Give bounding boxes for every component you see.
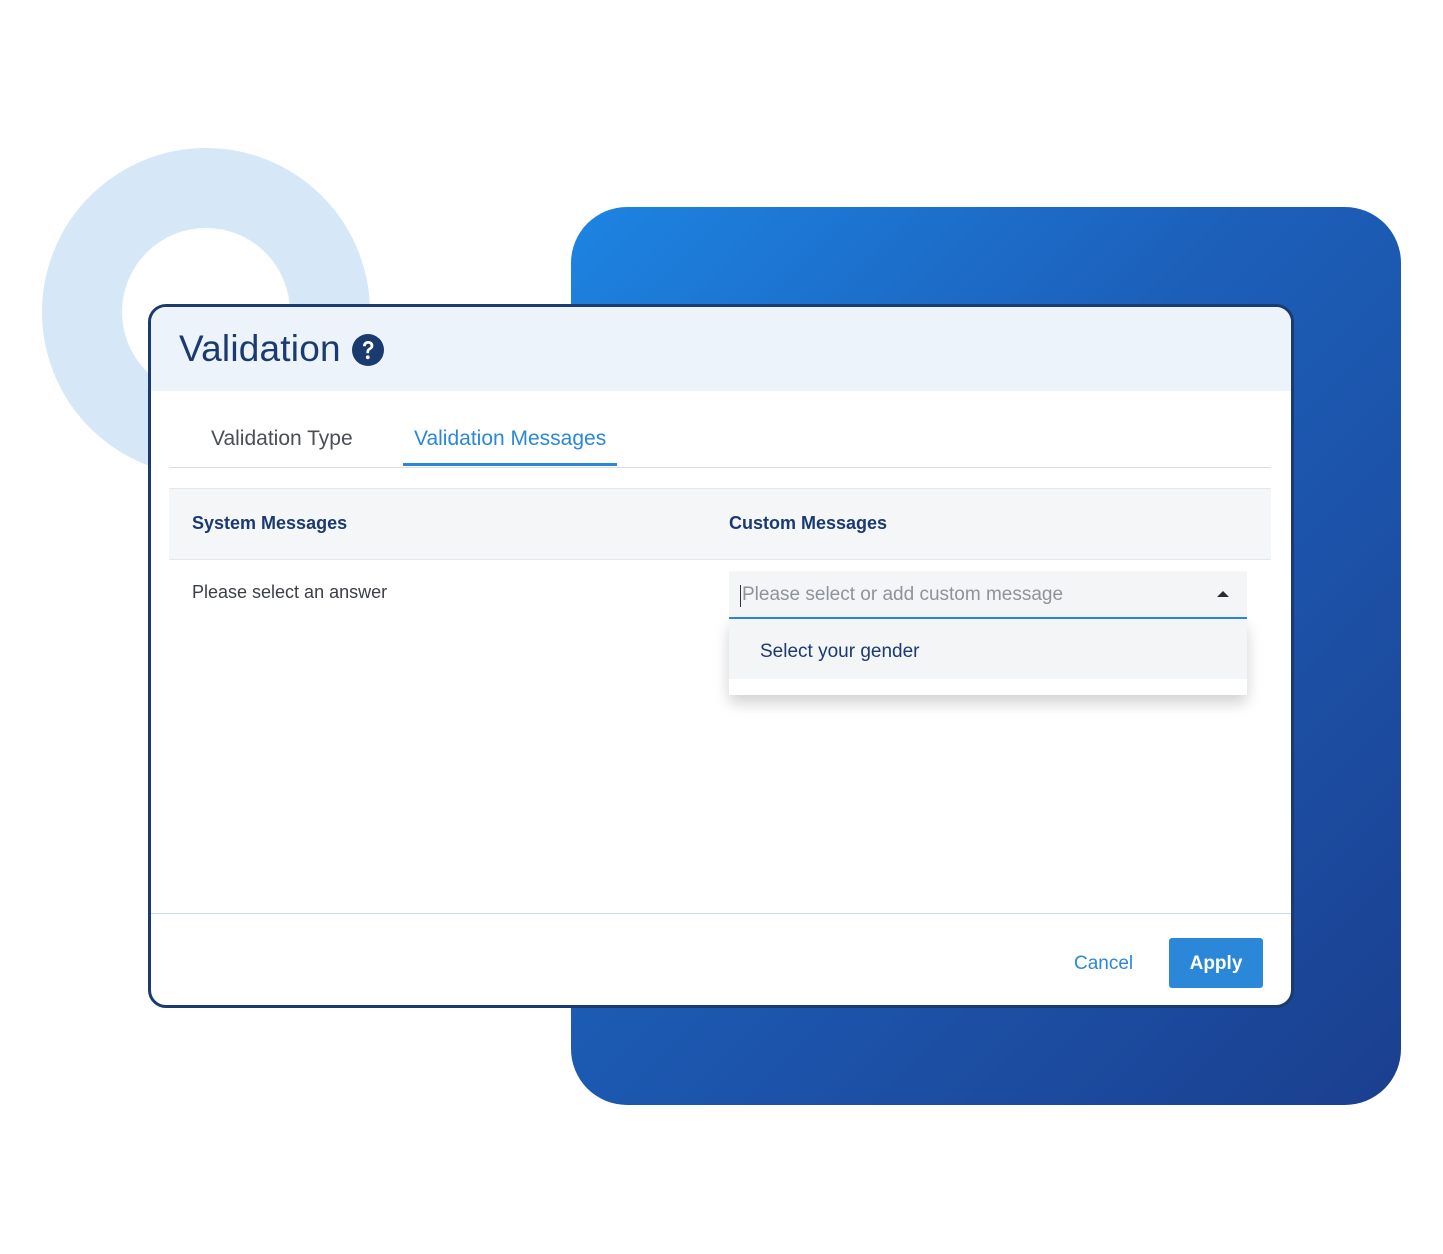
dropdown-menu: Select your gender bbox=[729, 619, 1247, 695]
column-header-custom-messages: Custom Messages bbox=[729, 513, 888, 533]
dropdown-option[interactable]: Select your gender bbox=[729, 619, 1247, 679]
custom-message-select[interactable]: Please select or add custom message bbox=[729, 571, 1247, 619]
stage: Validation Validation Type Validation Me… bbox=[0, 0, 1443, 1254]
tab-bar: Validation Type Validation Messages bbox=[169, 391, 1271, 468]
custom-message-placeholder: Please select or add custom message bbox=[742, 584, 1064, 605]
text-caret bbox=[740, 585, 741, 607]
cancel-button[interactable]: Cancel bbox=[1074, 940, 1133, 988]
question-circle-icon[interactable] bbox=[351, 333, 385, 367]
column-header-system-messages: System Messages bbox=[192, 513, 348, 533]
tab-validation-type[interactable]: Validation Type bbox=[200, 391, 364, 465]
dialog-footer: Cancel Apply bbox=[151, 913, 1291, 1005]
apply-button[interactable]: Apply bbox=[1169, 938, 1263, 988]
dialog-header: Validation bbox=[151, 307, 1291, 391]
dialog-title: Validation bbox=[179, 328, 341, 369]
table-header: System Messages Custom Messages bbox=[169, 488, 1271, 560]
system-message-text: Please select an answer bbox=[192, 582, 388, 602]
validation-dialog: Validation Validation Type Validation Me… bbox=[148, 304, 1294, 1008]
chevron-up-icon[interactable] bbox=[1217, 591, 1229, 597]
tab-validation-messages[interactable]: Validation Messages bbox=[403, 391, 618, 466]
